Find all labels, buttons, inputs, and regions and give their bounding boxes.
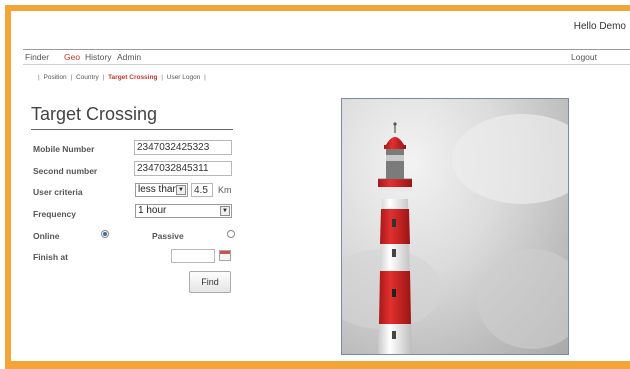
criteria-operator-value: less than bbox=[138, 184, 179, 195]
lighthouse-photo bbox=[341, 98, 569, 355]
sub-navigation: | Position | Country | Target Crossing |… bbox=[38, 74, 206, 81]
criteria-operator-select[interactable]: less than ▼ bbox=[135, 183, 188, 197]
finish-at-label: Finish at bbox=[33, 252, 68, 262]
user-criteria-label: User criteria bbox=[33, 187, 83, 197]
logout-link[interactable]: Logout bbox=[571, 50, 597, 64]
finish-at-input[interactable] bbox=[171, 249, 215, 263]
frequency-label: Frequency bbox=[33, 209, 76, 219]
mobile-number-input[interactable]: 2347032425323 bbox=[134, 140, 232, 155]
criteria-unit: Km bbox=[218, 185, 232, 195]
frequency-value: 1 hour bbox=[138, 205, 167, 216]
subnav-target-crossing[interactable]: Target Crossing bbox=[108, 74, 157, 81]
mobile-number-label: Mobile Number bbox=[33, 144, 95, 154]
greeting-text: Hello Demo bbox=[573, 21, 626, 32]
calendar-icon[interactable] bbox=[219, 250, 231, 261]
subnav-user-logon[interactable]: User Logon bbox=[167, 74, 201, 81]
subnav-position[interactable]: Position bbox=[44, 74, 67, 81]
top-navigation: Finder Geo History Admin Logout bbox=[23, 49, 630, 65]
nav-item-history[interactable]: History bbox=[85, 50, 111, 64]
page-title: Target Crossing bbox=[31, 104, 233, 130]
find-button[interactable]: Find bbox=[189, 271, 231, 293]
subnav-country[interactable]: Country bbox=[76, 74, 99, 81]
chevron-down-icon: ▼ bbox=[220, 206, 230, 216]
second-number-input[interactable]: 2347032845311 bbox=[134, 161, 232, 176]
passive-radio[interactable] bbox=[227, 230, 235, 238]
online-radio[interactable] bbox=[101, 230, 109, 238]
second-number-label: Second number bbox=[33, 166, 98, 176]
nav-item-finder[interactable]: Finder bbox=[25, 50, 49, 64]
online-label: Online bbox=[33, 231, 60, 241]
passive-label: Passive bbox=[152, 231, 184, 241]
nav-item-geo[interactable]: Geo bbox=[64, 50, 80, 64]
criteria-distance-input[interactable]: 4.5 bbox=[191, 183, 213, 197]
lighthouse-illustration bbox=[342, 114, 568, 354]
nav-item-admin[interactable]: Admin bbox=[117, 50, 141, 64]
frequency-select[interactable]: 1 hour ▼ bbox=[135, 204, 232, 218]
chevron-down-icon: ▼ bbox=[176, 185, 186, 195]
